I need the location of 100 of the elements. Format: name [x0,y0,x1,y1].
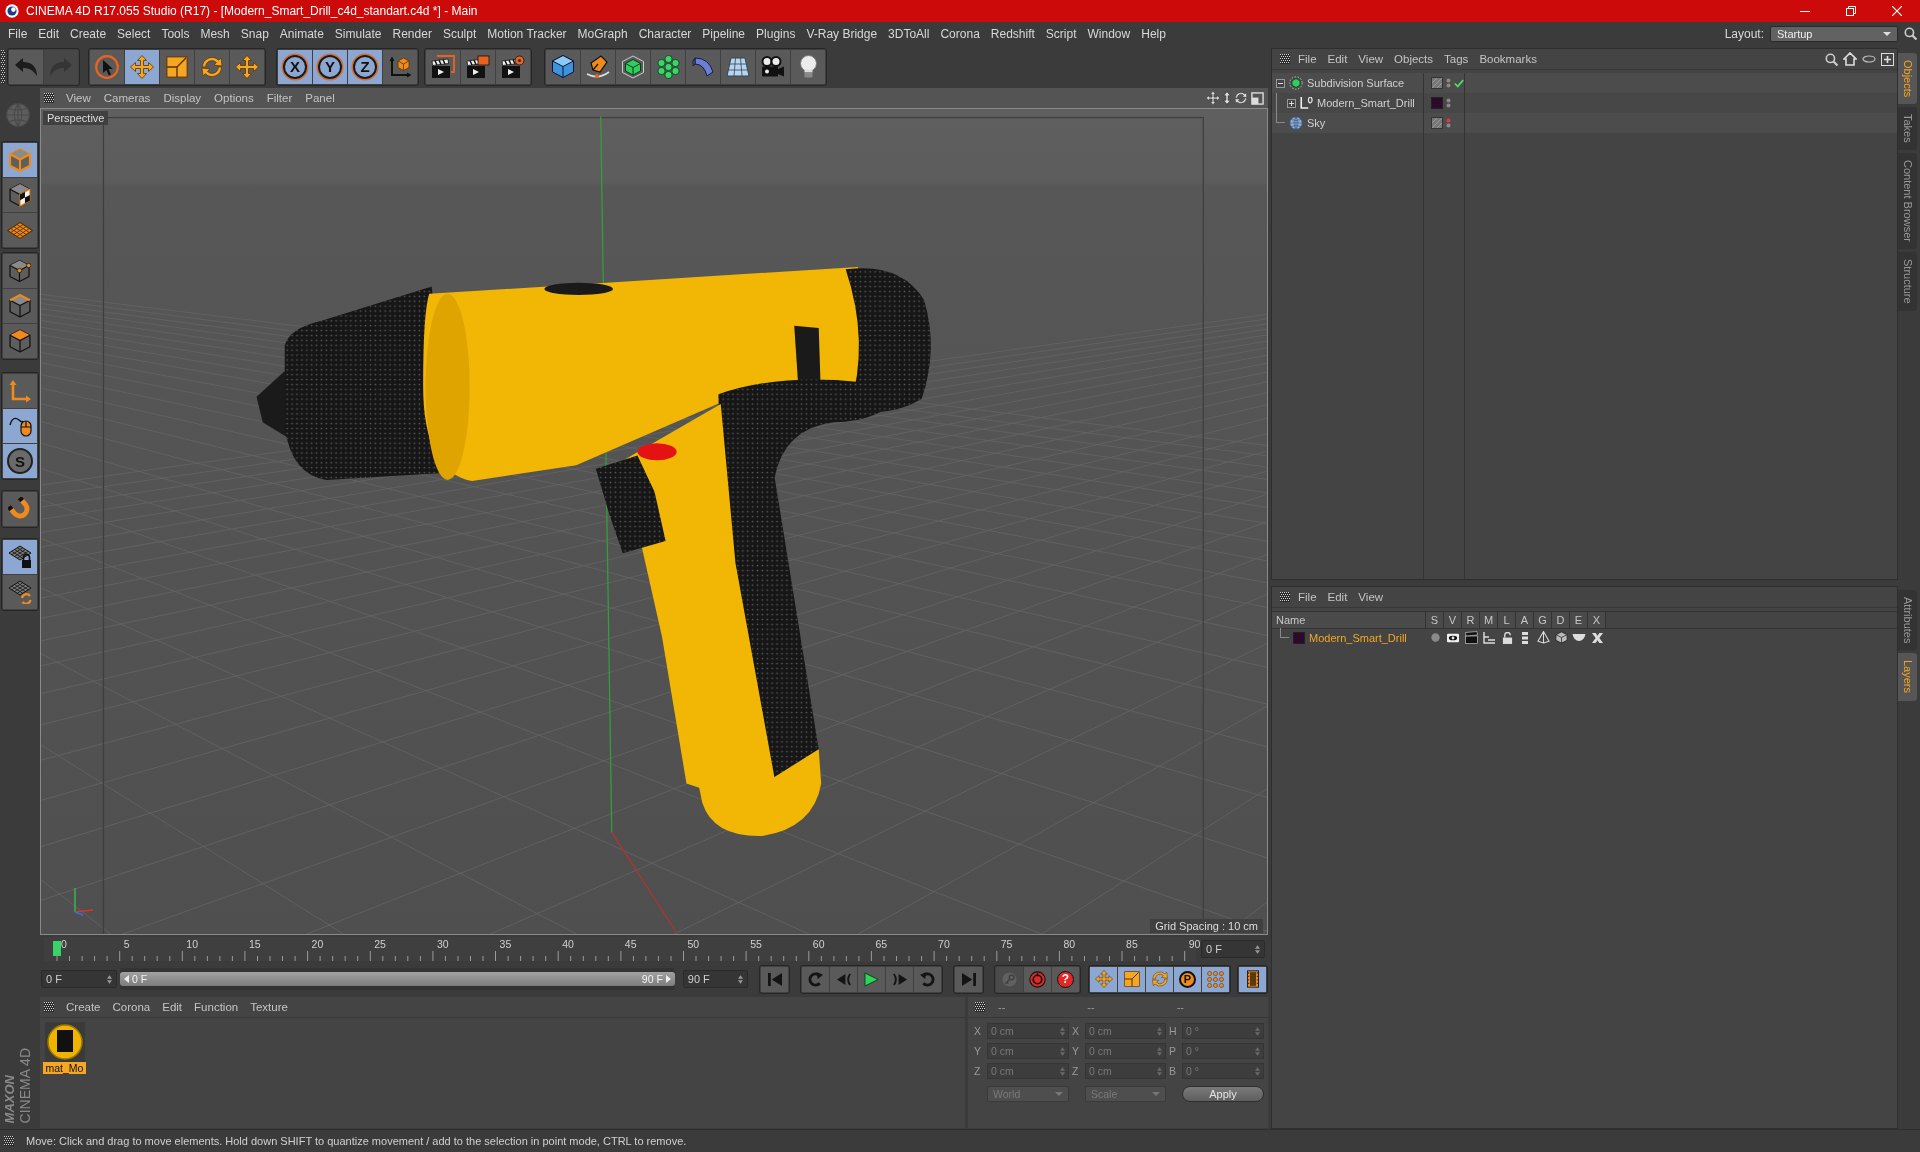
left-arrow-icon[interactable] [124,975,129,983]
menu-item[interactable]: Simulate [334,26,382,41]
toolbar-grip-icon[interactable] [1,49,5,84]
menu-item[interactable]: Help [1141,26,1166,41]
next-key-button[interactable] [914,966,941,992]
playhead-marker[interactable] [53,941,61,956]
axis-lock-button[interactable]: Z [348,49,382,84]
cloner-button[interactable] [651,49,685,84]
rotate-tool-button[interactable] [195,49,229,84]
plus-box-icon[interactable] [1881,52,1894,66]
transform-tool-button[interactable] [230,49,264,84]
pen-button[interactable] [581,49,615,84]
menu-item[interactable]: Sculpt [442,26,477,41]
render-view-button[interactable] [426,49,460,84]
menu-item[interactable]: 3DToAll [888,26,930,41]
cross-arrows-icon[interactable] [1206,91,1220,105]
eye-icon[interactable] [1446,631,1460,644]
column-header[interactable]: G [1534,612,1552,628]
grip-icon[interactable] [44,93,54,103]
viewport[interactable]: Perspective Grid Spacing : 10 cm [40,108,1268,935]
object-name[interactable]: Sky [1307,117,1326,129]
workplane-mode-button[interactable] [3,213,37,247]
camera-button[interactable] [756,49,790,84]
menu-item[interactable]: Bookmarks [1479,53,1537,65]
menu-item[interactable]: Options [214,92,254,104]
color-swatch-icon[interactable] [1293,631,1305,644]
floor-button[interactable] [721,49,755,84]
autokey-button[interactable] [1024,966,1051,992]
menu-item[interactable]: Tools [161,26,190,41]
light-button[interactable] [791,49,825,84]
menu-item[interactable]: Create [66,1001,101,1013]
material-name[interactable]: mat_Mo [43,1062,86,1074]
oval-icon[interactable] [1862,55,1876,63]
spinner-icon[interactable] [738,974,743,984]
column-header[interactable]: E [1570,612,1588,628]
planar-workplane-button[interactable] [3,575,37,609]
grip-icon[interactable] [975,1002,985,1012]
menu-item[interactable]: MoGraph [577,26,628,41]
play-button[interactable] [858,966,885,992]
menu-item[interactable]: Edit [38,26,60,41]
subdivision-surface-button[interactable] [616,49,650,84]
checkmark-icon[interactable] [1454,78,1464,88]
current-frame-field[interactable]: 0 F [1201,940,1265,958]
scale-key-button[interactable] [1118,966,1145,992]
menu-item[interactable]: Edit [162,1001,183,1013]
start-frame-field[interactable]: 0 F [41,970,117,988]
menu-item[interactable]: View [1358,53,1384,65]
menu-item[interactable]: Function [194,1001,239,1013]
search-icon[interactable] [1825,52,1838,66]
menu-item[interactable]: View [1358,591,1384,603]
grip-icon[interactable] [1280,592,1290,602]
home-icon[interactable] [1843,52,1857,66]
object-row[interactable]: Sky [1272,113,1897,133]
panel-tab[interactable]: Layers [1898,653,1917,701]
menu-item[interactable]: File [8,26,28,41]
position-key-button[interactable] [1090,966,1117,992]
menu-item[interactable]: Display [163,92,202,104]
color-swatch-icon[interactable] [1431,97,1443,109]
column-header[interactable]: D [1552,612,1570,628]
hatched-swatch-icon[interactable] [1431,77,1443,89]
apply-button[interactable]: Apply [1182,1086,1264,1102]
spinner-icon[interactable] [107,974,112,984]
object-row[interactable]: Subdivision Surface [1272,73,1897,93]
menu-item[interactable]: Tags [1444,53,1469,65]
panel-tab[interactable]: Objects [1898,53,1917,105]
menu-item[interactable]: Plugins [756,26,796,41]
point-level-key-button[interactable] [1202,966,1229,992]
render-settings-button[interactable] [496,49,530,84]
select-tool-button[interactable] [90,49,124,84]
next-frame-button[interactable] [886,966,913,992]
menu-item[interactable]: Edit [1327,53,1348,65]
panel-tab[interactable]: Structure [1898,252,1917,311]
menu-item[interactable]: Window [1087,26,1131,41]
points-mode-button[interactable] [3,254,37,288]
cube-icon[interactable] [1554,631,1568,644]
grip-icon[interactable] [4,1136,14,1146]
menu-item[interactable]: Filter [266,92,293,104]
vertical-arrows-icon[interactable] [1223,91,1231,105]
solo-button[interactable]: S [3,444,37,478]
menu-item[interactable]: Select [117,26,151,41]
polygons-mode-button[interactable] [3,324,37,358]
collapse-icon[interactable] [1276,78,1285,88]
menu-item[interactable]: Snap [240,26,269,41]
circular-arrows-icon[interactable] [1234,91,1248,105]
edges-mode-button[interactable] [3,289,37,323]
bend-button[interactable] [686,49,720,84]
column-header[interactable]: X [1588,612,1606,628]
previous-key-button[interactable] [802,966,829,992]
object-name[interactable]: Subdivision Surface [1307,77,1405,89]
maximize-icon[interactable] [1251,91,1264,105]
menu-item[interactable]: Corona [112,1001,151,1013]
move-tool-button[interactable] [125,49,159,84]
cube-button[interactable] [546,49,580,84]
keyframe-selection-button[interactable]: ? [1052,966,1079,992]
bowl-icon[interactable] [1572,633,1586,642]
column-header[interactable]: M [1480,612,1498,628]
menu-item[interactable]: Character [638,26,692,41]
menu-item[interactable]: Texture [250,1001,288,1013]
menu-item[interactable]: Create [70,26,107,41]
column-header[interactable]: V [1444,612,1462,628]
